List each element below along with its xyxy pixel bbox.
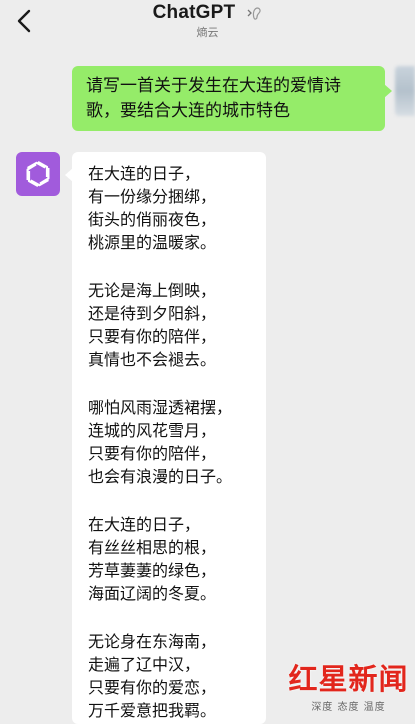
bot-message-bubble[interactable]: 在大连的日子， 有一份缘分捆绑， 街头的俏丽夜色， 桃源里的温暖家。 无论是海上… [65,152,266,724]
poem-stanza: 在大连的日子， 有丝丝相思的根， 芳草萋萋的绿色， 海面辽阔的冬夏。 [88,513,266,605]
poem-line: 也会有浪漫的日子。 [88,467,233,486]
poem-line: 哪怕风雨湿透裙摆， [88,398,233,417]
poem-line: 有丝丝相思的根， [88,538,217,557]
openai-logo-icon [26,161,50,187]
poem-line: 只要有你的爱恋， [88,678,217,697]
ear-icon [247,6,262,20]
news-watermark: 红星新闻 深度 态度 温度 [286,656,411,718]
poem-line: 走遍了辽中汉， [88,655,201,674]
title-wrap: ChatGPT [0,2,415,24]
chat-title[interactable]: ChatGPT [153,2,236,23]
user-message-text: 请写一首关于发生在大连的爱情诗歌，要结合大连的城市特色 [86,76,341,121]
poem-line: 桃源里的温暖家。 [88,233,217,252]
poem-stanza: 哪怕风雨湿透裙摆， 连城的风花雪月， 只要有你的陪伴， 也会有浪漫的日子。 [88,396,266,488]
poem-line: 只要有你的陪伴， [88,444,217,463]
poem-line: 海面辽阔的冬夏。 [88,584,217,603]
navigation-bar: ChatGPT 熵云 [0,0,415,44]
poem-stanza: 无论身在东海南， 走遍了辽中汉， 只要有你的爱恋， 万千爱意把我羁。 [88,630,266,722]
poem-line: 还是待到夕阳斜， [88,304,217,323]
user-message-bubble[interactable]: 请写一首关于发生在大连的爱情诗歌，要结合大连的城市特色 [72,66,392,131]
poem-line: 万千爱意把我羁。 [88,701,217,720]
bot-avatar[interactable] [16,152,60,196]
poem-stanza: 无论是海上倒映， 还是待到夕阳斜， 只要有你的陪伴， 真情也不会褪去。 [88,279,266,371]
poem-line: 在大连的日子， [88,515,201,534]
poem-line: 芳草萋萋的绿色， [88,561,217,580]
poem-line: 只要有你的陪伴， [88,327,217,346]
poem-line: 连城的风花雪月， [88,421,217,440]
poem-line: 无论是海上倒映， [88,281,217,300]
poem-line: 有一份缘分捆绑， [88,187,217,206]
poem-line: 真情也不会褪去。 [88,350,217,369]
chat-subtitle: 熵云 [196,26,219,39]
watermark-logo-text: 红星新闻 [288,662,409,696]
watermark-slogan: 深度 态度 温度 [311,702,386,713]
poem-line: 在大连的日子， [88,164,201,183]
poem-line: 无论身在东海南， [88,632,217,651]
poem-line: 街头的俏丽夜色， [88,210,217,229]
user-avatar[interactable] [395,66,415,116]
poem-stanza: 在大连的日子， 有一份缘分捆绑， 街头的俏丽夜色， 桃源里的温暖家。 [88,162,266,254]
